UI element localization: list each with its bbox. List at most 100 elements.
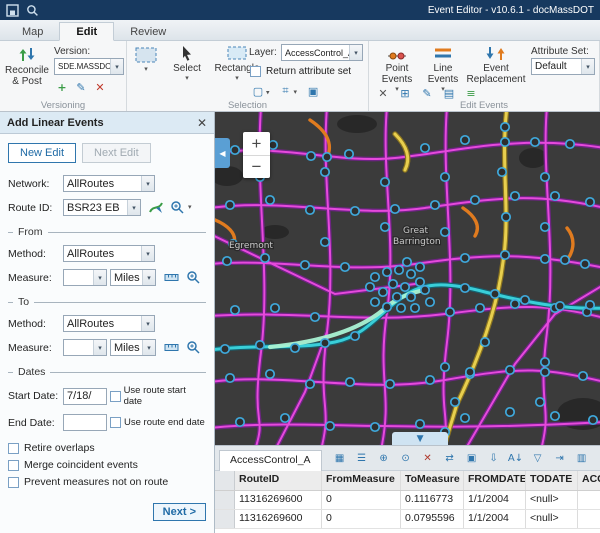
version-select[interactable]: SDE.MASSDOT_editor1▾ — [54, 58, 124, 75]
point-event-marker[interactable] — [231, 306, 239, 314]
table-tab-accesscontrol[interactable]: AccessControl_A — [219, 450, 322, 471]
point-event-marker[interactable] — [351, 207, 359, 215]
point-event-marker[interactable] — [311, 313, 319, 321]
point-event-marker[interactable] — [411, 304, 419, 312]
reconcile-post-button[interactable]: Reconcile & Post — [4, 45, 50, 87]
related-tables-icon[interactable]: ☰ — [354, 450, 370, 466]
point-event-marker[interactable] — [466, 368, 474, 376]
pan-to-selection-icon[interactable]: ⊙ — [398, 450, 414, 466]
point-event-marker[interactable] — [536, 398, 544, 406]
column-header[interactable]: RouteID — [235, 471, 322, 490]
point-event-marker[interactable] — [271, 304, 279, 312]
split-event-icon[interactable]: ✕ — [375, 85, 391, 101]
point-event-marker[interactable] — [461, 284, 469, 292]
point-event-marker[interactable] — [226, 201, 234, 209]
point-event-marker[interactable] — [541, 223, 549, 231]
from-unit-select[interactable]: Miles▾ — [110, 269, 156, 286]
point-event-marker[interactable] — [236, 418, 244, 426]
filter-icon[interactable]: ▽ — [530, 450, 546, 466]
point-event-marker[interactable] — [579, 372, 587, 380]
point-event-marker[interactable] — [223, 257, 231, 265]
tab-map[interactable]: Map — [6, 23, 59, 40]
point-event-marker[interactable] — [395, 266, 403, 274]
event-list-icon[interactable]: ≡ — [463, 85, 479, 101]
copy-events-icon[interactable]: ▤ — [441, 85, 457, 101]
point-event-marker[interactable] — [556, 302, 564, 310]
option-checkbox[interactable] — [8, 477, 19, 488]
point-event-marker[interactable] — [551, 192, 559, 200]
table-row[interactable]: 1131626960000.11167731/1/2004<null> — [215, 491, 600, 510]
point-event-marker[interactable] — [321, 168, 329, 176]
point-event-marker[interactable] — [551, 412, 559, 420]
point-event-marker[interactable] — [256, 341, 264, 349]
point-event-marker[interactable] — [386, 380, 394, 388]
point-event-marker[interactable] — [416, 278, 424, 286]
edit-attributes-icon[interactable]: ✎ — [419, 85, 435, 101]
point-event-marker[interactable] — [441, 228, 449, 236]
pick-measure-icon[interactable] — [164, 271, 179, 284]
point-event-marker[interactable] — [451, 398, 459, 406]
point-event-marker[interactable] — [426, 298, 434, 306]
point-event-marker[interactable] — [421, 144, 429, 152]
point-event-marker[interactable] — [306, 380, 314, 388]
point-event-marker[interactable] — [586, 301, 594, 309]
point-event-marker[interactable] — [581, 260, 589, 268]
clear-selection-button[interactable]: ⌗▾ — [278, 83, 298, 99]
zoom-out-button[interactable]: − — [243, 155, 270, 178]
table-options-icon[interactable]: ▦ — [332, 450, 348, 466]
use-route-end-date-checkbox[interactable] — [110, 417, 121, 428]
delete-version-icon[interactable]: ✕ — [92, 79, 108, 95]
selection-list-button[interactable]: ▣ — [305, 83, 321, 99]
point-event-marker[interactable] — [269, 141, 277, 149]
option-checkbox[interactable] — [8, 460, 19, 471]
point-event-marker[interactable] — [481, 338, 489, 346]
point-event-marker[interactable] — [441, 363, 449, 371]
point-event-marker[interactable] — [307, 152, 315, 160]
point-event-marker[interactable] — [541, 173, 549, 181]
point-event-marker[interactable] — [341, 263, 349, 271]
merge-events-icon[interactable]: ⊞ — [397, 85, 413, 101]
zoom-in-button[interactable]: + — [243, 132, 270, 155]
point-event-marker[interactable] — [491, 290, 499, 298]
to-unit-select[interactable]: Miles▾ — [110, 339, 156, 356]
route-id-select[interactable]: BSR23 EB▾ — [63, 199, 141, 216]
to-measure-select[interactable]: ▾ — [63, 339, 107, 356]
point-event-marker[interactable] — [407, 293, 415, 301]
pick-measure-icon[interactable] — [164, 341, 179, 354]
point-event-marker[interactable] — [397, 304, 405, 312]
point-event-marker[interactable] — [541, 368, 549, 376]
point-event-marker[interactable] — [393, 293, 401, 301]
point-event-marker[interactable] — [261, 254, 269, 262]
point-event-marker[interactable] — [381, 178, 389, 186]
from-measure-select[interactable]: ▾ — [63, 269, 107, 286]
point-event-marker[interactable] — [426, 376, 434, 384]
magnifier-icon[interactable] — [26, 4, 39, 17]
point-event-marker[interactable] — [383, 268, 391, 276]
point-event-marker[interactable] — [389, 280, 397, 288]
create-version-icon[interactable]: + — [54, 79, 70, 95]
attribute-set-select[interactable]: Default▾ — [531, 58, 595, 75]
export-icon[interactable]: ⇩ — [486, 450, 502, 466]
point-event-marker[interactable] — [589, 416, 597, 424]
point-event-marker[interactable] — [441, 173, 449, 181]
point-event-marker[interactable] — [371, 273, 379, 281]
dropdown-caret-icon[interactable]: ▾ — [188, 204, 192, 211]
switch-selection-icon[interactable]: ⇄ — [442, 450, 458, 466]
point-event-marker[interactable] — [221, 345, 229, 353]
point-event-marker[interactable] — [461, 254, 469, 262]
zoom-to-measure-icon[interactable] — [186, 270, 201, 285]
go-to-end-icon[interactable]: ⇥ — [552, 450, 568, 466]
point-event-marker[interactable] — [371, 298, 379, 306]
marquee-select-button[interactable]: ▾ — [130, 45, 162, 73]
option-checkbox[interactable] — [8, 443, 19, 454]
point-event-marker[interactable] — [379, 288, 387, 296]
tab-edit[interactable]: Edit — [59, 22, 114, 41]
end-date-input[interactable] — [63, 414, 107, 431]
point-event-marker[interactable] — [281, 414, 289, 422]
point-event-marker[interactable] — [291, 344, 299, 352]
columns-icon[interactable]: ▥ — [574, 450, 590, 466]
point-event-marker[interactable] — [431, 201, 439, 209]
next-edit-button[interactable]: Next Edit — [82, 143, 151, 163]
point-event-marker[interactable] — [266, 370, 274, 378]
column-header[interactable]: ToMeasure — [401, 471, 464, 490]
